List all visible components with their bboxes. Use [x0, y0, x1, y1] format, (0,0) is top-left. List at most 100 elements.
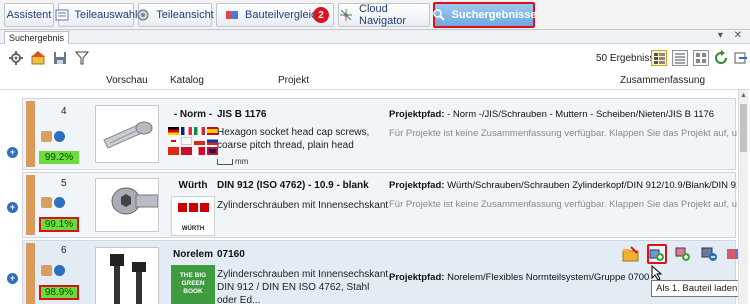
language-flags	[165, 127, 221, 155]
compare-count-badge: 2	[313, 7, 329, 23]
part-view-icon	[136, 8, 150, 22]
column-catalog[interactable]: Katalog	[170, 75, 204, 86]
tab-assistent[interactable]: Assistent	[4, 3, 54, 27]
tab-label: Teileansicht	[156, 9, 214, 21]
refresh-icon[interactable]	[713, 50, 729, 66]
parts-selection-icon	[55, 8, 69, 22]
project-description: Zylinderschrauben mit Innensechskant DIN…	[217, 269, 389, 304]
catalog-logo: WÜRTH	[171, 196, 215, 236]
path-label: Projektpfad:	[389, 109, 445, 120]
flag-kr-icon	[181, 137, 192, 145]
project-title[interactable]: 07160	[217, 249, 245, 260]
part-cube-icon	[41, 131, 52, 142]
unit-label: mm	[235, 157, 249, 166]
tab-teileansicht[interactable]: Teileansicht	[136, 3, 214, 27]
row-action-bar	[621, 242, 743, 266]
project-description: Zylinderschrauben mit Innensechskant	[217, 200, 389, 211]
column-preview[interactable]: Vorschau	[106, 75, 148, 86]
action-tooltip: Als 1. Bauteil laden	[651, 280, 743, 297]
add-to-compare-icon[interactable]	[699, 244, 719, 264]
part-preview-image[interactable]	[95, 105, 159, 163]
main-tab-bar: Assistent Teileauswahl Teileansicht Baut…	[0, 0, 750, 30]
match-score: 99.1%	[39, 217, 79, 232]
expand-row-button[interactable]: +	[7, 273, 18, 284]
column-summary[interactable]: Zusammenfassung	[620, 75, 705, 86]
flag-pl-icon	[194, 137, 205, 145]
pane-header: Suchergebnis ▾ ✕	[0, 30, 750, 44]
search-icon	[432, 8, 446, 22]
ruler-icon	[217, 159, 233, 165]
tab-label: Teileauswahl	[74, 9, 138, 21]
result-row[interactable]: 4 99.2% - Norm - JIS B 1176 Hexagon sock…	[22, 98, 737, 170]
flag-jp-icon	[168, 137, 179, 145]
path-value: - Norm -/JIS/Schrauben - Muttern - Schei…	[447, 109, 715, 120]
open-folder-icon[interactable]	[621, 244, 641, 264]
dollar-icon	[54, 131, 65, 142]
scroll-up-icon[interactable]: ▲	[739, 92, 748, 99]
logo-text: WÜRTH	[181, 226, 205, 232]
path-value: Würth/Schrauben/Schrauben Zylinderkopf/D…	[447, 180, 737, 191]
flag-cz-icon	[194, 147, 205, 155]
result-type-icons	[41, 197, 65, 208]
home-folder-icon[interactable]	[30, 50, 46, 66]
export-icon[interactable]	[733, 50, 749, 66]
match-score: 99.2%	[39, 151, 79, 164]
load-as-second-part-icon[interactable]	[673, 244, 693, 264]
project-path: Projektpfad: - Norm -/JIS/Schrauben - Mu…	[389, 109, 737, 120]
row-marker	[26, 243, 35, 304]
save-results-icon[interactable]	[52, 50, 68, 66]
expand-row-button[interactable]: +	[7, 147, 18, 158]
grid-view-icon[interactable]	[693, 50, 709, 66]
tab-label: Suchergebnisse	[451, 9, 537, 21]
part-cube-icon	[41, 265, 52, 276]
tab-suchergebnisse[interactable]: Suchergebnisse	[432, 2, 537, 28]
path-label: Projektpfad:	[389, 272, 445, 283]
part-compare-icon	[225, 8, 239, 22]
row-marker	[26, 101, 35, 167]
catalog-name: Norelem	[172, 249, 213, 260]
part-cube-icon	[41, 197, 52, 208]
match-score: 98.9%	[39, 285, 79, 300]
flag-de-icon	[168, 127, 179, 135]
dollar-icon	[54, 265, 65, 276]
detail-view-icon[interactable]	[651, 50, 667, 66]
catalog-logo: THE BIG GREEN BOOK	[171, 265, 215, 304]
project-description: Hexagon socket head cap screws, coarse p…	[217, 127, 370, 151]
result-row[interactable]: 5 99.1% Würth WÜRTH DIN 912 (ISO 4762) -…	[22, 172, 737, 238]
tab-label: Assistent	[6, 9, 52, 21]
column-project[interactable]: Projekt	[278, 75, 309, 86]
result-rank: 6	[61, 245, 67, 256]
result-type-icons	[41, 131, 65, 142]
dollar-icon	[54, 197, 65, 208]
catalog-name: - Norm -	[173, 109, 213, 120]
cloud-navigator-icon	[339, 8, 353, 22]
pane-controls[interactable]: ▾ ✕	[718, 30, 746, 41]
vertical-scrollbar[interactable]: ▲	[738, 90, 748, 304]
flag-cn-icon	[168, 147, 179, 155]
part-preview-image[interactable]	[95, 247, 159, 304]
load-as-first-part-icon[interactable]	[647, 244, 667, 264]
scrollbar-thumb[interactable]	[740, 104, 747, 152]
filter-icon[interactable]	[74, 50, 90, 66]
column-headers: Vorschau Katalog Projekt Zusammenfassung	[0, 72, 750, 90]
results-toolbar: 50 Ergebnisse	[0, 44, 750, 72]
summary-text: Für Projekte ist keine Zusammenfassung v…	[389, 199, 737, 210]
logo-text: THE BIG GREEN BOOK	[179, 272, 207, 295]
settings-icon[interactable]	[8, 50, 24, 66]
part-preview-image[interactable]	[95, 178, 159, 232]
catalog-name: Würth	[178, 180, 208, 191]
result-rank: 4	[61, 106, 67, 117]
project-title[interactable]: DIN 912 (ISO 4762) - 10.9 - blank	[217, 180, 369, 191]
row-marker	[26, 175, 35, 235]
result-row[interactable]: 6 98.9% Norelem THE BIG GREEN BOOK 07160…	[22, 240, 743, 304]
tab-cloud-navigator[interactable]: Cloud Navigator	[338, 3, 430, 27]
project-path: Projektpfad: Würth/Schrauben/Schrauben Z…	[389, 180, 737, 191]
tab-teileauswahl[interactable]: Teileauswahl	[55, 3, 138, 27]
list-view-icon[interactable]	[672, 50, 688, 66]
expand-row-button[interactable]: +	[7, 202, 18, 213]
summary-text: Für Projekte ist keine Zusammenfassung v…	[389, 128, 737, 139]
project-title[interactable]: JIS B 1176	[217, 109, 266, 120]
path-label: Projektpfad:	[389, 180, 445, 191]
pane-title: Suchergebnis	[4, 31, 70, 44]
result-rank: 5	[61, 178, 67, 189]
